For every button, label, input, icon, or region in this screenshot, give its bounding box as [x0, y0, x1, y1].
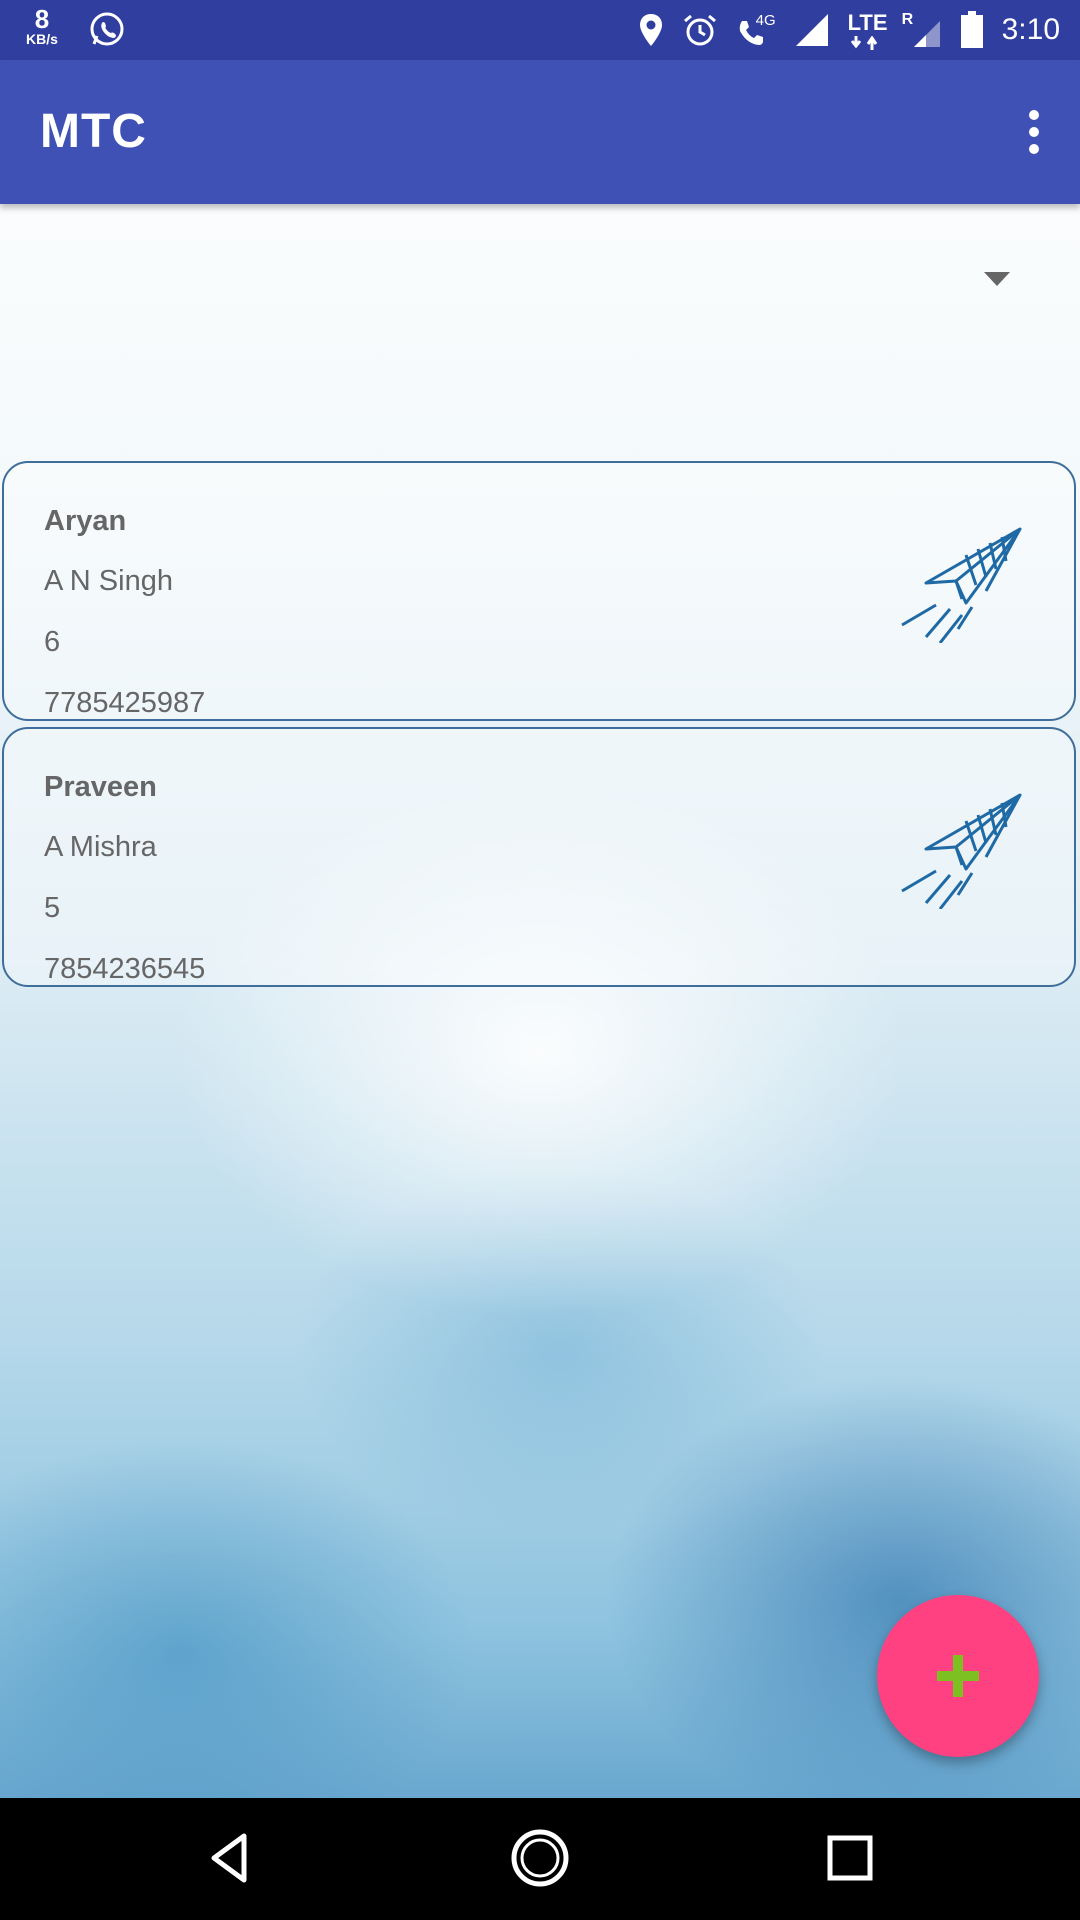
whatsapp-icon [90, 12, 124, 46]
clock: 3:10 [1001, 13, 1060, 46]
menu-dot [1029, 127, 1039, 137]
contact-card[interactable]: Praveen A Mishra 5 7854236545 [2, 727, 1076, 987]
dropdown-arrow-icon [984, 272, 1010, 286]
recent-apps-icon[interactable] [820, 1828, 880, 1888]
data-arrows-icon [850, 36, 877, 50]
filter-dropdown[interactable] [0, 210, 1080, 340]
contact-count: 6 [44, 626, 61, 658]
contact-detail: A N Singh [44, 565, 173, 597]
contact-name: Praveen [44, 771, 157, 803]
back-icon[interactable] [200, 1828, 260, 1888]
contact-phone: 7854236545 [44, 953, 206, 985]
speed-value: 8 [34, 4, 50, 34]
speed-unit: KB/s [26, 31, 58, 47]
network-4g-label: 4G [755, 12, 776, 29]
battery-icon [960, 11, 983, 48]
network-speed: 8 KB/s [26, 6, 58, 46]
alarm-icon [683, 14, 716, 46]
plus-icon [937, 1655, 979, 1697]
navigation-bar [0, 1798, 1080, 1920]
contact-card[interactable]: Aryan A N Singh 6 7785425987 [2, 461, 1076, 721]
contact-detail: A Mishra [44, 831, 157, 863]
lte-label: LTE [847, 10, 888, 35]
wifi-calling-indicator: 4G [736, 12, 776, 48]
contact-count: 5 [44, 892, 61, 924]
overflow-menu-icon[interactable] [1028, 110, 1040, 154]
location-icon [639, 14, 662, 46]
contact-name: Aryan [44, 505, 127, 537]
roaming-signal-icon [913, 21, 940, 47]
app-title: MTC [40, 105, 147, 158]
status-bar: 8 KB/s 4G LTE R 3:10 [0, 0, 1080, 60]
add-contact-button[interactable] [877, 1595, 1039, 1757]
menu-dot [1029, 110, 1039, 120]
roaming-signal-indicator: R [902, 11, 942, 49]
send-paper-plane-icon[interactable] [896, 525, 1024, 643]
send-paper-plane-icon[interactable] [896, 791, 1024, 909]
home-icon[interactable] [510, 1828, 570, 1888]
signal-icon [795, 14, 828, 46]
lte-indicator: LTE [848, 10, 888, 50]
menu-dot [1029, 144, 1039, 154]
contact-phone: 7785425987 [44, 687, 206, 719]
app-bar: MTC [0, 60, 1080, 204]
